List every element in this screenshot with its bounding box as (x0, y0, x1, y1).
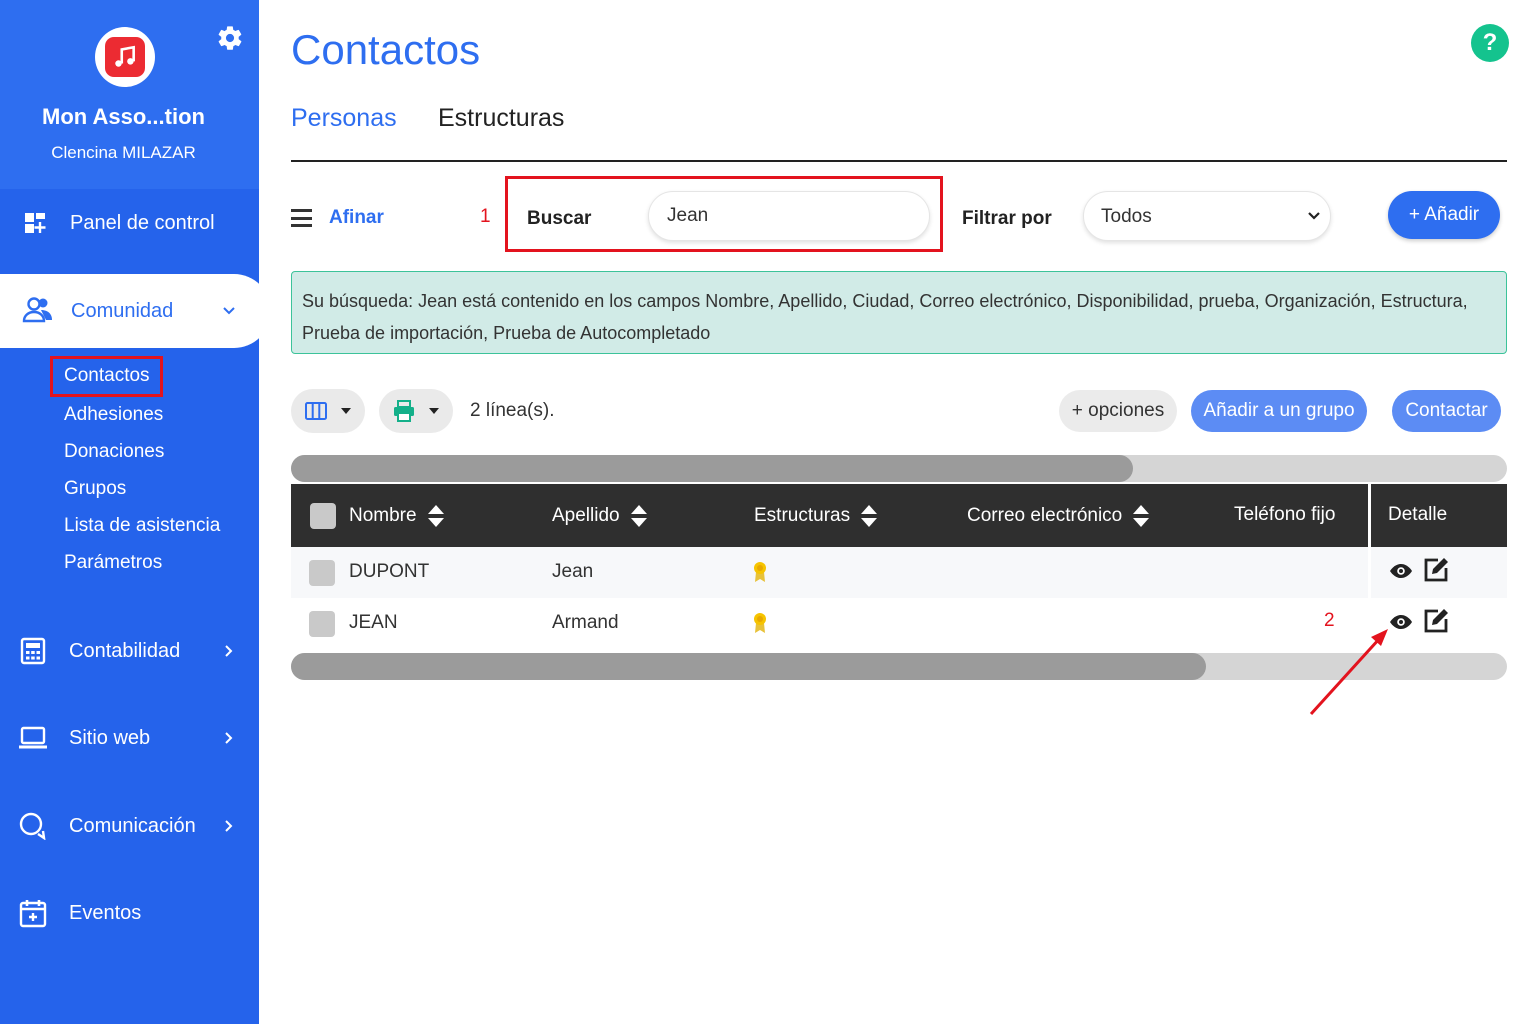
sidebar-item-label: Comunicación (69, 814, 196, 837)
sort-icon (630, 505, 647, 527)
search-label: Buscar (527, 208, 592, 229)
sort-icon (1133, 505, 1150, 527)
edit-icon[interactable] (1423, 557, 1449, 583)
filter-select-value: Todos (1101, 206, 1152, 227)
sidebar-item-contabilidad[interactable]: Contabilidad (0, 626, 259, 676)
help-button[interactable]: ? (1471, 24, 1509, 62)
columns-button[interactable] (291, 389, 365, 433)
printer-icon (394, 400, 414, 422)
eye-icon[interactable] (1389, 559, 1413, 583)
column-header-label: Apellido (552, 505, 620, 526)
filter-select[interactable]: Todos (1083, 191, 1331, 241)
users-icon (22, 296, 54, 326)
sidebar-item-comunicacion[interactable]: Comunicación (0, 801, 259, 851)
column-header-label: Detalle (1388, 504, 1448, 525)
contact-button[interactable]: Contactar (1392, 390, 1501, 432)
tab-estructuras[interactable]: Estructuras (438, 104, 564, 133)
sidebar-item-label: Contabilidad (69, 639, 181, 662)
sidebar-item-label: Comunidad (71, 300, 174, 322)
cell-apellido: Jean (552, 561, 594, 582)
search-input[interactable] (648, 191, 930, 241)
filter-label: Filtrar por (962, 208, 1052, 229)
chevron-right-icon (225, 645, 233, 657)
sidebar-subitem-lista-de-asistencia[interactable]: Lista de asistencia (64, 515, 220, 537)
chevron-down-icon (223, 307, 235, 315)
column-divider (1368, 547, 1371, 598)
column-header-apellido[interactable]: Apellido (552, 504, 648, 528)
cell-apellido: Armand (552, 612, 619, 633)
horizontal-scrollbar-top[interactable] (291, 455, 1507, 482)
column-header-label: Estructuras (754, 505, 851, 526)
scrollbar-thumb[interactable] (291, 653, 1206, 680)
column-header-estructuras[interactable]: Estructuras (754, 504, 878, 528)
sort-icon (861, 505, 878, 527)
chat-icon (18, 811, 48, 841)
select-all-checkbox[interactable] (310, 503, 336, 529)
sidebar-item-eventos[interactable]: Eventos (0, 888, 259, 938)
sidebar-subitem-contactos[interactable]: Contactos (64, 365, 150, 387)
gear-icon[interactable] (216, 24, 244, 52)
music-note-icon (105, 37, 145, 77)
table-row[interactable]: DUPONT Jean (291, 547, 1507, 598)
cell-nombre: DUPONT (349, 561, 430, 582)
row-checkbox[interactable] (309, 560, 335, 586)
calculator-icon (18, 636, 48, 666)
sidebar-item-panel-de-control[interactable]: Panel de control (0, 198, 259, 248)
column-header-telefono[interactable]: Teléfono fijo (1234, 504, 1335, 526)
row-count: 2 línea(s). (470, 400, 555, 421)
chevron-down-icon (1308, 212, 1320, 220)
scrollbar-thumb[interactable] (291, 455, 1133, 482)
column-divider (1368, 484, 1371, 547)
table-header: Nombre Apellido Estructuras Correo elect… (291, 484, 1507, 547)
page-title: Contactos (291, 26, 481, 73)
column-header-nombre[interactable]: Nombre (349, 504, 445, 528)
sidebar-item-comunidad[interactable]: Comunidad (0, 274, 271, 348)
column-header-label: Correo electrónico (967, 505, 1123, 526)
award-badge-icon (754, 613, 766, 633)
search-info-alert: Su búsqueda: Jean está contenido en los … (291, 271, 1507, 354)
sidebar-item-label: Panel de control (70, 211, 215, 234)
caret-down-icon (429, 408, 439, 414)
chevron-right-icon (225, 820, 233, 832)
cell-nombre: JEAN (349, 612, 398, 633)
sidebar-header: Mon Asso...tion Clencina MILAZAR (0, 0, 259, 189)
column-header-correo[interactable]: Correo electrónico (967, 504, 1150, 528)
user-name: Clencina MILAZAR (51, 143, 196, 162)
sort-icon (427, 505, 444, 527)
column-header-label: Nombre (349, 505, 417, 526)
tabs-divider (291, 160, 1507, 162)
award-badge-icon (754, 562, 766, 582)
column-header-label: Teléfono fijo (1234, 504, 1336, 525)
dashboard-icon (20, 208, 50, 238)
sidebar-item-label: Eventos (69, 901, 142, 924)
print-button[interactable] (379, 389, 453, 433)
tab-personas[interactable]: Personas (291, 104, 397, 133)
add-button[interactable]: + Añadir (1388, 191, 1500, 239)
organization-name: Mon Asso...tion (42, 104, 205, 129)
app-logo[interactable] (95, 27, 155, 87)
sidebar-item-label: Sitio web (69, 726, 151, 749)
add-to-group-button[interactable]: Añadir a un grupo (1191, 390, 1367, 432)
sidebar-subitem-grupos[interactable]: Grupos (64, 478, 126, 500)
menu-icon (291, 209, 312, 227)
calendar-icon (18, 898, 48, 928)
columns-icon (305, 402, 327, 420)
sidebar-item-sitio-web[interactable]: Sitio web (0, 713, 259, 763)
sidebar-subitem-parametros[interactable]: Parámetros (64, 552, 162, 574)
laptop-icon (18, 723, 48, 753)
chevron-right-icon (225, 732, 233, 744)
sidebar-subitem-adhesiones[interactable]: Adhesiones (64, 404, 163, 426)
column-header-detalle: Detalle (1388, 504, 1447, 526)
edit-icon[interactable] (1423, 608, 1449, 634)
sidebar-subitem-donaciones[interactable]: Donaciones (64, 441, 164, 463)
more-options-button[interactable]: + opciones (1059, 390, 1177, 432)
row-checkbox[interactable] (309, 611, 335, 637)
annotation-arrow-icon (1309, 629, 1388, 716)
afinar-button[interactable]: Afinar (291, 207, 384, 229)
caret-down-icon (341, 408, 351, 414)
afinar-label: Afinar (329, 207, 384, 228)
annotation-marker-1: 1 (480, 206, 491, 227)
sidebar: Mon Asso...tion Clencina MILAZAR Panel d… (0, 0, 271, 1024)
